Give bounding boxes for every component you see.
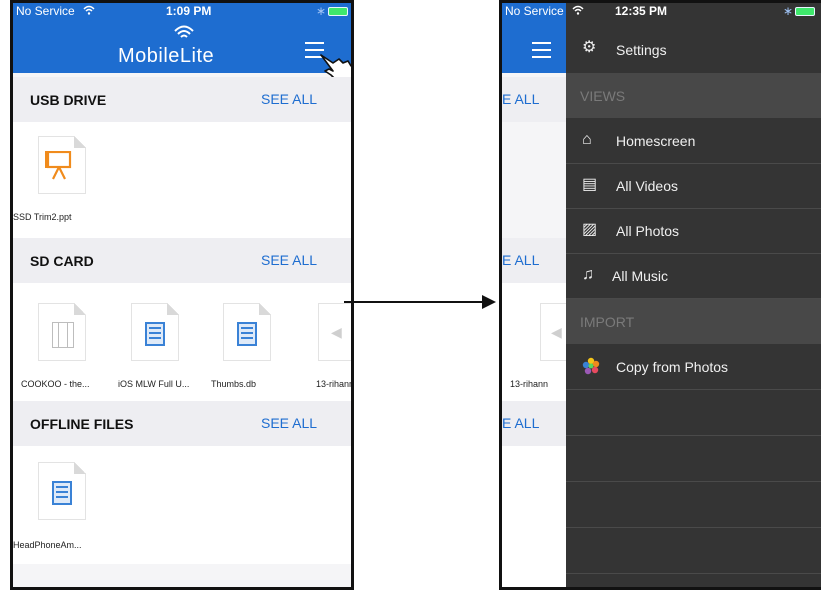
drawer-item-label: Copy from Photos — [616, 359, 729, 375]
music-icon: ♫ — [582, 266, 594, 283]
drawer-item-label: Settings — [616, 42, 667, 58]
drawer-item-all-videos[interactable]: ▤ All Videos — [566, 163, 821, 209]
phone-screen-menu-open: E ALL E ALL ◀ 13-rihann E ALL No Service… — [499, 0, 821, 590]
file-name: Thumbs.db — [211, 379, 257, 389]
file-name: 13-rihann — [316, 379, 354, 389]
see-all-fragment[interactable]: E ALL — [502, 252, 539, 268]
underlay-section-header: E ALL — [502, 401, 566, 446]
drawer-item-homescreen[interactable]: ⌂ Homescreen — [566, 118, 821, 164]
file-thumbnail[interactable] — [38, 136, 86, 194]
see-all-button[interactable]: SEE ALL — [261, 91, 317, 107]
battery-icon — [328, 7, 348, 16]
audio-file-icon: ◀ — [331, 324, 342, 340]
drawer-section-views: VIEWS — [566, 73, 821, 118]
audio-file-icon: ◀ — [551, 324, 562, 340]
see-all-button[interactable]: SEE ALL — [261, 415, 317, 431]
app-logo-text: MobileLite — [118, 45, 215, 67]
drawer-empty-row — [566, 528, 821, 574]
see-all-fragment[interactable]: E ALL — [502, 91, 539, 107]
drawer-item-all-music[interactable]: ♫ All Music — [566, 253, 821, 299]
file-name: SSD Trim2.ppt — [13, 212, 72, 222]
mobilelite-wifi-logo-icon — [174, 25, 194, 38]
carrier-label: No Service — [16, 4, 75, 18]
file-thumbnail[interactable] — [131, 303, 179, 361]
file-name: COOKOO - the... — [21, 379, 90, 389]
section-title: SD CARD — [30, 253, 94, 269]
section-header-offline-files: OFFLINE FILES SEE ALL — [13, 401, 351, 446]
drawer-item-settings[interactable]: ⚙ Settings — [566, 29, 821, 73]
underlay-home-screen: E ALL E ALL ◀ 13-rihann E ALL — [502, 3, 588, 587]
drawer-item-label: All Music — [612, 268, 669, 284]
drawer-empty-row — [566, 436, 821, 482]
wifi-signal-icon — [572, 4, 584, 18]
file-thumbnail[interactable] — [38, 462, 86, 520]
drawer-item-label: All Photos — [616, 223, 680, 239]
bluetooth-icon: ∗ — [783, 4, 794, 18]
drawer-section-import: IMPORT — [566, 299, 821, 344]
drawer-empty-row — [566, 482, 821, 528]
status-bar: No Service 1:09 PM ∗ — [13, 3, 351, 20]
carrier-label: No Service — [505, 4, 564, 18]
film-icon: ▤ — [582, 176, 598, 193]
section-header-sd-card: SD CARD SEE ALL — [13, 238, 351, 283]
status-time: 12:35 PM — [615, 4, 668, 18]
file-row-offline-files: HeadPhoneAm... — [13, 446, 351, 564]
document-file-icon — [237, 322, 257, 346]
home-icon: ⌂ — [582, 131, 592, 148]
see-all-button[interactable]: SEE ALL — [261, 252, 317, 268]
drawer-section-label: IMPORT — [580, 314, 635, 330]
drawer-empty-row — [566, 390, 821, 436]
drawer-item-label: Homescreen — [616, 133, 696, 149]
transition-arrow-head-icon — [482, 295, 496, 309]
file-thumbnail[interactable] — [38, 303, 86, 361]
underlay-file-row — [502, 446, 566, 587]
drawer-item-label: All Videos — [616, 178, 679, 194]
battery-icon — [795, 7, 815, 16]
drawer-item-all-photos[interactable]: ▨ All Photos — [566, 208, 821, 254]
file-name: 13-rihann — [510, 379, 549, 389]
document-file-icon — [145, 322, 165, 346]
document-file-icon — [52, 481, 72, 505]
file-row-sd-card: COOKOO - the... iOS MLW Full U... Thumbs… — [13, 283, 351, 401]
section-header-usb-drive: USB DRIVE SEE ALL — [13, 77, 351, 122]
presentation-easel-icon — [47, 151, 72, 180]
underlay-section-header: E ALL — [502, 77, 566, 122]
status-time: 1:09 PM — [166, 4, 212, 18]
file-name: iOS MLW Full U... — [118, 379, 190, 389]
gear-icon: ⚙ — [582, 39, 597, 56]
drawer-item-copy-from-photos[interactable]: Copy from Photos — [566, 344, 821, 390]
photo-icon: ▨ — [582, 221, 598, 238]
see-all-fragment[interactable]: E ALL — [502, 415, 539, 431]
section-title: OFFLINE FILES — [30, 416, 134, 432]
file-name: HeadPhoneAm... — [13, 540, 82, 550]
side-navigation-drawer: ⚙ Settings VIEWS ⌂ Homescreen ▤ All Vide… — [566, 3, 821, 587]
drawer-section-label: VIEWS — [580, 88, 626, 104]
file-thumbnail[interactable]: ◀ — [318, 303, 351, 361]
underlay-section-header: E ALL — [502, 238, 566, 283]
bluetooth-icon: ∗ — [316, 4, 327, 18]
photos-flower-icon — [582, 357, 600, 380]
underlay-file-row: ◀ 13-rihann — [502, 283, 588, 401]
phone-screen-home: No Service 1:09 PM ∗ MobileLite USB DRIV… — [10, 0, 354, 590]
transition-arrow-line — [344, 301, 484, 303]
section-title: USB DRIVE — [30, 92, 107, 108]
app-header-bar: No Service 1:09 PM ∗ MobileLite — [13, 3, 351, 82]
video-file-icon — [52, 322, 74, 348]
file-thumbnail[interactable] — [223, 303, 271, 361]
wifi-signal-icon — [83, 4, 95, 18]
file-row-usb-drive: SSD Trim2.ppt — [13, 122, 351, 238]
menu-hamburger-button[interactable] — [532, 42, 551, 58]
